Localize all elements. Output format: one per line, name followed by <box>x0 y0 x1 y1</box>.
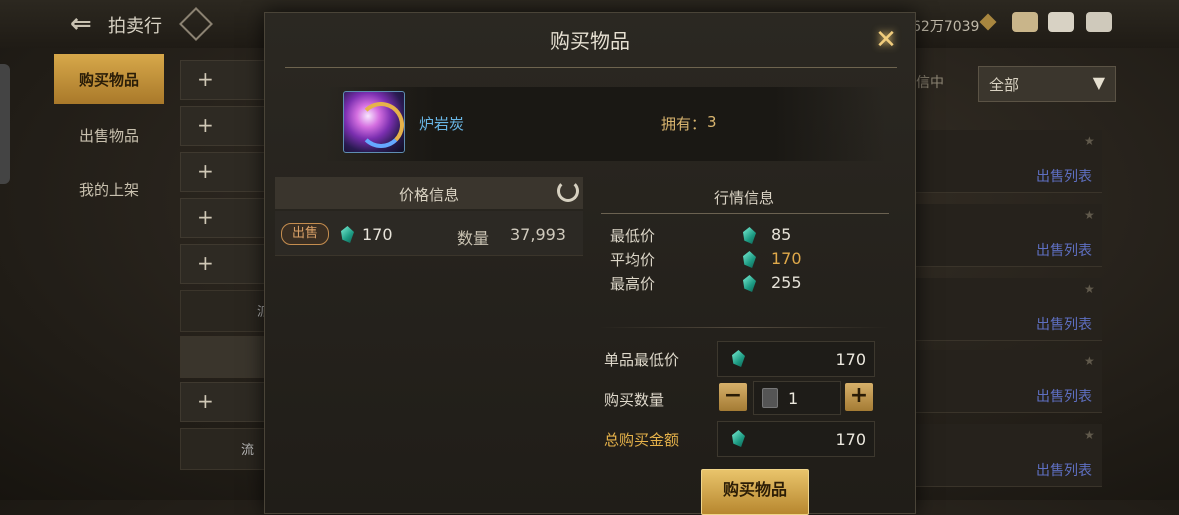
lowest-price-label: 最低价 <box>610 227 656 245</box>
category-row[interactable]: + <box>180 244 272 284</box>
plus-icon: + <box>197 113 214 137</box>
row-label: 流 <box>241 443 255 458</box>
sell-list-link[interactable]: 出售列表 <box>1036 460 1092 480</box>
total-amount-label: 总购买金额 <box>604 431 680 449</box>
gem-icon <box>743 227 756 244</box>
category-row[interactable] <box>180 336 272 378</box>
tab-label: 出售物品 <box>78 126 139 145</box>
title-divider <box>285 67 897 68</box>
unit-price-label: 单品最低价 <box>604 351 680 369</box>
listing-qty-value: 37,993 <box>510 225 566 244</box>
tab-buy-items[interactable]: 购买物品 <box>54 54 164 104</box>
plus-icon: + <box>197 205 214 229</box>
info-badge-icon[interactable] <box>179 7 213 41</box>
buy-item-modal: 购买物品 ✕ 炉岩炭 拥有： 3 价格信息 出售 170 数量 37,993 行… <box>264 12 916 515</box>
side-handle[interactable] <box>0 64 10 184</box>
average-price-label: 平均价 <box>610 251 656 269</box>
mail-icon[interactable] <box>1048 12 1074 32</box>
buy-qty-label: 购买数量 <box>604 391 665 409</box>
total-amount-field: 170 <box>717 421 875 457</box>
gem-icon <box>732 350 745 367</box>
price-info-title: 价格信息 <box>398 186 459 204</box>
dropdown-arrow-icon: ▼ <box>1092 73 1105 92</box>
gem-icon <box>732 430 745 447</box>
list-item[interactable]: ★ 出售列表 <box>916 424 1102 487</box>
highest-price-value: 255 <box>771 273 802 292</box>
sell-list-link[interactable]: 出售列表 <box>1036 386 1092 406</box>
list-item[interactable]: ★ 出售列表 <box>916 130 1102 193</box>
owned-count: 3 <box>707 113 717 131</box>
refresh-icon[interactable] <box>557 180 579 202</box>
star-icon[interactable]: ★ <box>1084 428 1095 442</box>
owned-label: 拥有： <box>661 115 707 133</box>
category-row[interactable]: + <box>180 152 272 192</box>
increase-qty-button[interactable]: + <box>845 383 873 411</box>
close-icon[interactable]: ✕ <box>870 25 902 57</box>
gem-icon <box>743 251 756 268</box>
unit-price-value: 170 <box>835 350 866 369</box>
filter-value: 全部 <box>989 76 1020 94</box>
list-item[interactable]: ★ 出售列表 <box>916 350 1102 413</box>
currency-icon <box>979 13 997 31</box>
listing-price: 170 <box>362 225 393 244</box>
back-arrow-icon[interactable]: ⇐ <box>70 9 92 39</box>
item-icon[interactable] <box>343 91 405 153</box>
plus-icon: + <box>197 389 214 413</box>
quantity-stepper[interactable]: 1 <box>753 381 841 415</box>
currency-amount: 62万7039 <box>912 19 980 35</box>
tab-label: 购买物品 <box>78 70 139 89</box>
sell-list-link[interactable]: 出售列表 <box>1036 240 1092 260</box>
highest-price-label: 最高价 <box>610 275 656 293</box>
chat-icon[interactable] <box>1086 12 1112 32</box>
modal-title: 购买物品 <box>550 29 630 53</box>
plus-icon: + <box>197 159 214 183</box>
list-item[interactable]: ★ 出售列表 <box>916 278 1102 341</box>
filter-prefix: 信中 <box>916 75 944 91</box>
star-icon[interactable]: ★ <box>1084 354 1095 368</box>
average-price-value: 170 <box>771 249 802 268</box>
unit-price-field: 170 <box>717 341 875 377</box>
form-divider <box>599 327 889 328</box>
tab-sell-items[interactable]: 出售物品 <box>54 110 164 160</box>
tab-my-listings[interactable]: 我的上架 <box>54 164 164 214</box>
calculator-icon[interactable] <box>762 388 778 408</box>
category-row[interactable]: + <box>180 198 272 238</box>
item-summary <box>325 87 885 161</box>
plus-icon: + <box>197 251 214 275</box>
category-row[interactable]: 派 <box>180 290 272 332</box>
gem-icon <box>743 275 756 292</box>
category-row[interactable]: 流 <box>180 428 272 470</box>
plus-icon: + <box>197 67 214 91</box>
star-icon[interactable]: ★ <box>1084 208 1095 222</box>
buy-button[interactable]: 购买物品 <box>701 469 809 515</box>
page-title: 拍卖行 <box>108 16 162 37</box>
sell-badge: 出售 <box>281 223 329 245</box>
sell-list-link[interactable]: 出售列表 <box>1036 166 1092 186</box>
sell-list-link[interactable]: 出售列表 <box>1036 314 1092 334</box>
listing-qty-label: 数量 <box>457 229 490 248</box>
lowest-price-value: 85 <box>771 225 792 244</box>
quantity-value[interactable]: 1 <box>788 389 798 408</box>
total-amount-value: 170 <box>835 430 866 449</box>
category-row[interactable]: + <box>180 106 272 146</box>
category-row[interactable]: + <box>180 60 272 100</box>
category-row[interactable]: + <box>180 382 272 422</box>
decrease-qty-button[interactable]: − <box>719 383 747 411</box>
market-divider <box>601 213 889 214</box>
list-item[interactable]: ★ 出售列表 <box>916 204 1102 267</box>
tab-label: 我的上架 <box>78 180 139 199</box>
item-name: 炉岩炭 <box>419 115 465 133</box>
market-info-title: 行情信息 <box>713 189 774 207</box>
star-icon[interactable]: ★ <box>1084 134 1095 148</box>
filter-dropdown[interactable]: 全部 ▼ <box>978 66 1116 102</box>
cake-icon[interactable] <box>1012 12 1038 32</box>
star-icon[interactable]: ★ <box>1084 282 1095 296</box>
price-info-header: 价格信息 <box>275 177 583 209</box>
